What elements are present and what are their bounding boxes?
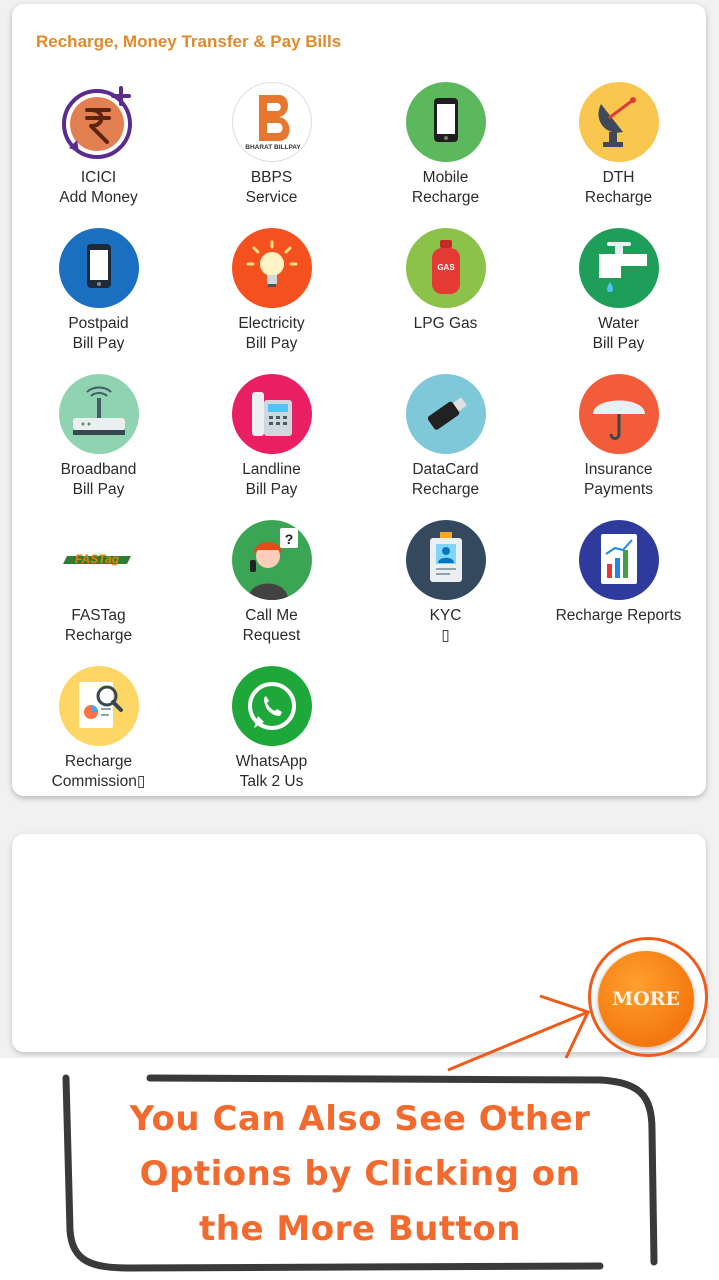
tile-label: BBPS Service <box>245 169 298 206</box>
smartphone-icon <box>58 228 139 308</box>
landline-phone-icon <box>231 374 312 454</box>
tile-label: Mobile Recharge <box>411 169 480 206</box>
id-card-icon <box>405 520 486 600</box>
tile-label: LPG Gas <box>413 315 478 332</box>
tile-label: Call Me Request <box>242 607 301 644</box>
tile-label: Recharge Commission▯ <box>51 753 146 790</box>
tile-broadband-bill-pay[interactable]: Broadband Bill Pay <box>12 374 185 514</box>
tile-label: Postpaid Bill Pay <box>68 315 129 352</box>
svg-text:FASTag: FASTag <box>74 552 119 566</box>
call-center-agent-icon: ? <box>231 520 312 600</box>
water-tap-icon <box>578 228 659 308</box>
tile-mobile-recharge[interactable]: Mobile Recharge <box>359 82 532 222</box>
tile-label: DataCard Recharge <box>411 461 480 498</box>
commission-search-icon <box>58 666 139 746</box>
tile-label: FASTag Recharge <box>64 607 133 644</box>
tile-label: KYC ▯ <box>429 607 462 644</box>
tile-call-me-request[interactable]: ? Call Me Request <box>185 520 358 660</box>
tile-label: ICICI Add Money <box>59 169 138 206</box>
annotation-text: You Can Also See Other Options by Clicki… <box>129 1099 591 1249</box>
umbrella-icon <box>578 374 659 454</box>
light-bulb-icon <box>231 228 312 308</box>
rupee-add-icon <box>59 82 139 162</box>
tile-bbps-service[interactable]: BHARAT BILLPAY BBPS Service <box>185 82 358 222</box>
tile-insurance-payments[interactable]: Insurance Payments <box>532 374 705 514</box>
more-button[interactable]: MORE <box>598 951 694 1047</box>
tile-label: Water Bill Pay <box>592 315 645 352</box>
svg-text:BHARAT BILLPAY: BHARAT BILLPAY <box>245 144 301 151</box>
tile-label: DTH Recharge <box>584 169 653 206</box>
bharat-billpay-icon: BHARAT BILLPAY <box>231 82 312 162</box>
tile-label: Landline Bill Pay <box>242 461 301 498</box>
tile-recharge-reports[interactable]: Recharge Reports <box>532 520 705 660</box>
tile-fastag-recharge[interactable]: FASTag FASTag Recharge <box>12 520 185 660</box>
tile-label: Electricity Bill Pay <box>238 315 305 352</box>
tile-whatsapp-talk-2-us[interactable]: WhatsApp Talk 2 Us <box>185 666 358 806</box>
tile-label: Insurance Payments <box>584 461 653 498</box>
wifi-router-icon <box>58 374 139 454</box>
gas-cylinder-icon: GAS <box>405 228 486 308</box>
fastag-logo-icon: FASTag <box>58 520 139 600</box>
tile-icici-add-money[interactable]: ICICI Add Money <box>12 82 185 222</box>
tile-postpaid-bill-pay[interactable]: Postpaid Bill Pay <box>12 228 185 368</box>
tile-label: WhatsApp Talk 2 Us <box>235 753 308 790</box>
satellite-dish-icon <box>578 82 659 162</box>
tile-recharge-commission[interactable]: Recharge Commission▯ <box>12 666 185 806</box>
tile-kyc[interactable]: KYC ▯ <box>359 520 532 660</box>
svg-text:GAS: GAS <box>437 263 455 272</box>
tile-electricity-bill-pay[interactable]: Electricity Bill Pay <box>185 228 358 368</box>
tile-datacard-recharge[interactable]: DataCard Recharge <box>359 374 532 514</box>
usb-datacard-icon <box>405 374 486 454</box>
tile-landline-bill-pay[interactable]: Landline Bill Pay <box>185 374 358 514</box>
mobile-phone-icon <box>405 82 486 162</box>
whatsapp-icon <box>231 666 312 746</box>
svg-text:?: ? <box>284 531 293 547</box>
tile-water-bill-pay[interactable]: Water Bill Pay <box>532 228 705 368</box>
tile-label: Broadband Bill Pay <box>60 461 137 498</box>
services-card: Recharge, Money Transfer & Pay Bills ICI… <box>12 4 706 796</box>
tile-lpg-gas[interactable]: GAS LPG Gas <box>359 228 532 368</box>
tile-label: Recharge Reports <box>555 607 682 624</box>
report-chart-icon <box>578 520 659 600</box>
section-title: Recharge, Money Transfer & Pay Bills <box>36 32 342 51</box>
tile-dth-recharge[interactable]: DTH Recharge <box>532 82 705 222</box>
